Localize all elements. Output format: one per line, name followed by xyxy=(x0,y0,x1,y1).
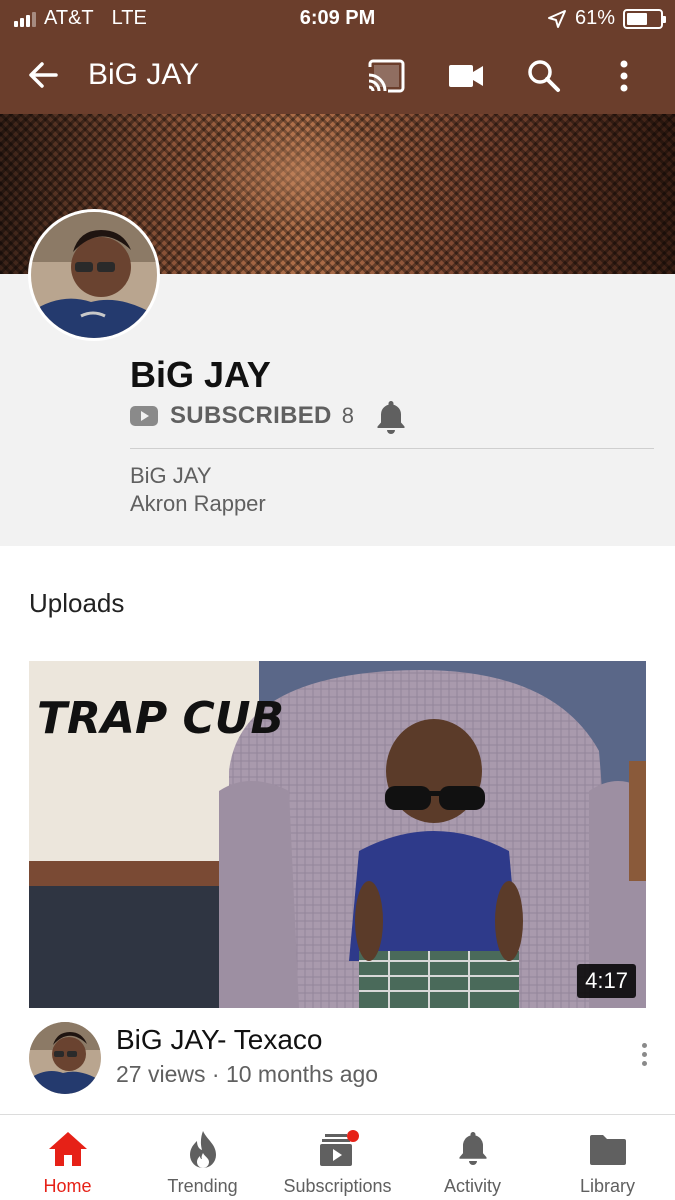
folder-icon xyxy=(589,1135,626,1165)
subscribe-row: SUBSCRIBED 8 xyxy=(130,398,408,434)
divider xyxy=(130,448,654,449)
app-title: BiG JAY xyxy=(88,58,200,91)
more-vert-icon xyxy=(620,60,628,92)
channel-avatar[interactable] xyxy=(28,209,160,341)
subscriptions-icon xyxy=(319,1130,359,1166)
video-duration: 4:17 xyxy=(577,964,636,998)
bottom-navigation: Home Trending Subscriptions Activity Lib… xyxy=(0,1114,675,1200)
search-icon xyxy=(528,60,560,92)
status-bar: AT&T LTE 6:09 PM 61% xyxy=(0,0,675,36)
nav-label-library: Library xyxy=(579,1176,636,1196)
battery-percent: 61% xyxy=(574,7,615,29)
youtube-logo-icon xyxy=(130,406,158,426)
flame-icon xyxy=(189,1131,216,1168)
nav-label-home: Home xyxy=(43,1176,92,1196)
nav-subscriptions[interactable]: Subscriptions xyxy=(270,1115,405,1200)
more-options-button[interactable] xyxy=(604,56,644,96)
channel-description-line-1: BiG JAY xyxy=(130,463,212,488)
app-bar: BiG JAY xyxy=(0,36,675,114)
notification-bell-icon[interactable] xyxy=(374,398,408,434)
upload-video-button[interactable] xyxy=(446,56,486,96)
bell-icon xyxy=(459,1132,486,1165)
back-arrow-icon[interactable] xyxy=(24,56,62,94)
home-icon xyxy=(48,1132,87,1166)
cast-button[interactable] xyxy=(366,56,406,96)
nav-library[interactable]: Library xyxy=(540,1115,675,1200)
nav-activity[interactable]: Activity xyxy=(405,1115,540,1200)
cast-icon xyxy=(368,59,405,93)
nav-label-subscriptions: Subscriptions xyxy=(283,1176,392,1196)
subscriber-count: 8 xyxy=(341,403,354,428)
video-meta: 27 views · 10 months ago xyxy=(116,1061,378,1088)
new-content-badge xyxy=(346,1130,359,1142)
subscribed-button[interactable]: SUBSCRIBED xyxy=(170,402,332,430)
battery-icon xyxy=(623,8,666,29)
video-thumbnail[interactable]: TRAP CUB 4:17 xyxy=(29,661,646,1008)
video-title[interactable]: BiG JAY- Texaco xyxy=(116,1024,322,1056)
meta-separator: · xyxy=(211,1061,226,1087)
uploads-section-title: Uploads xyxy=(29,588,125,618)
video-age: 10 months ago xyxy=(225,1061,379,1087)
video-views: 27 views xyxy=(116,1061,206,1087)
search-button[interactable] xyxy=(524,56,564,96)
nav-label-trending: Trending xyxy=(167,1176,238,1196)
channel-name: BiG JAY xyxy=(130,354,271,395)
thumbnail-image: TRAP CUB xyxy=(29,661,646,1008)
location-arrow-icon xyxy=(547,9,566,28)
video-camera-icon xyxy=(449,65,483,87)
video-more-options-icon[interactable] xyxy=(632,1036,656,1072)
channel-description-line-2: Akron Rapper xyxy=(130,491,266,516)
thumbnail-text: TRAP CUB xyxy=(37,693,284,744)
nav-label-activity: Activity xyxy=(443,1176,501,1196)
video-channel-avatar[interactable] xyxy=(29,1022,101,1094)
nav-trending[interactable]: Trending xyxy=(135,1115,270,1200)
nav-home[interactable]: Home xyxy=(0,1115,135,1200)
